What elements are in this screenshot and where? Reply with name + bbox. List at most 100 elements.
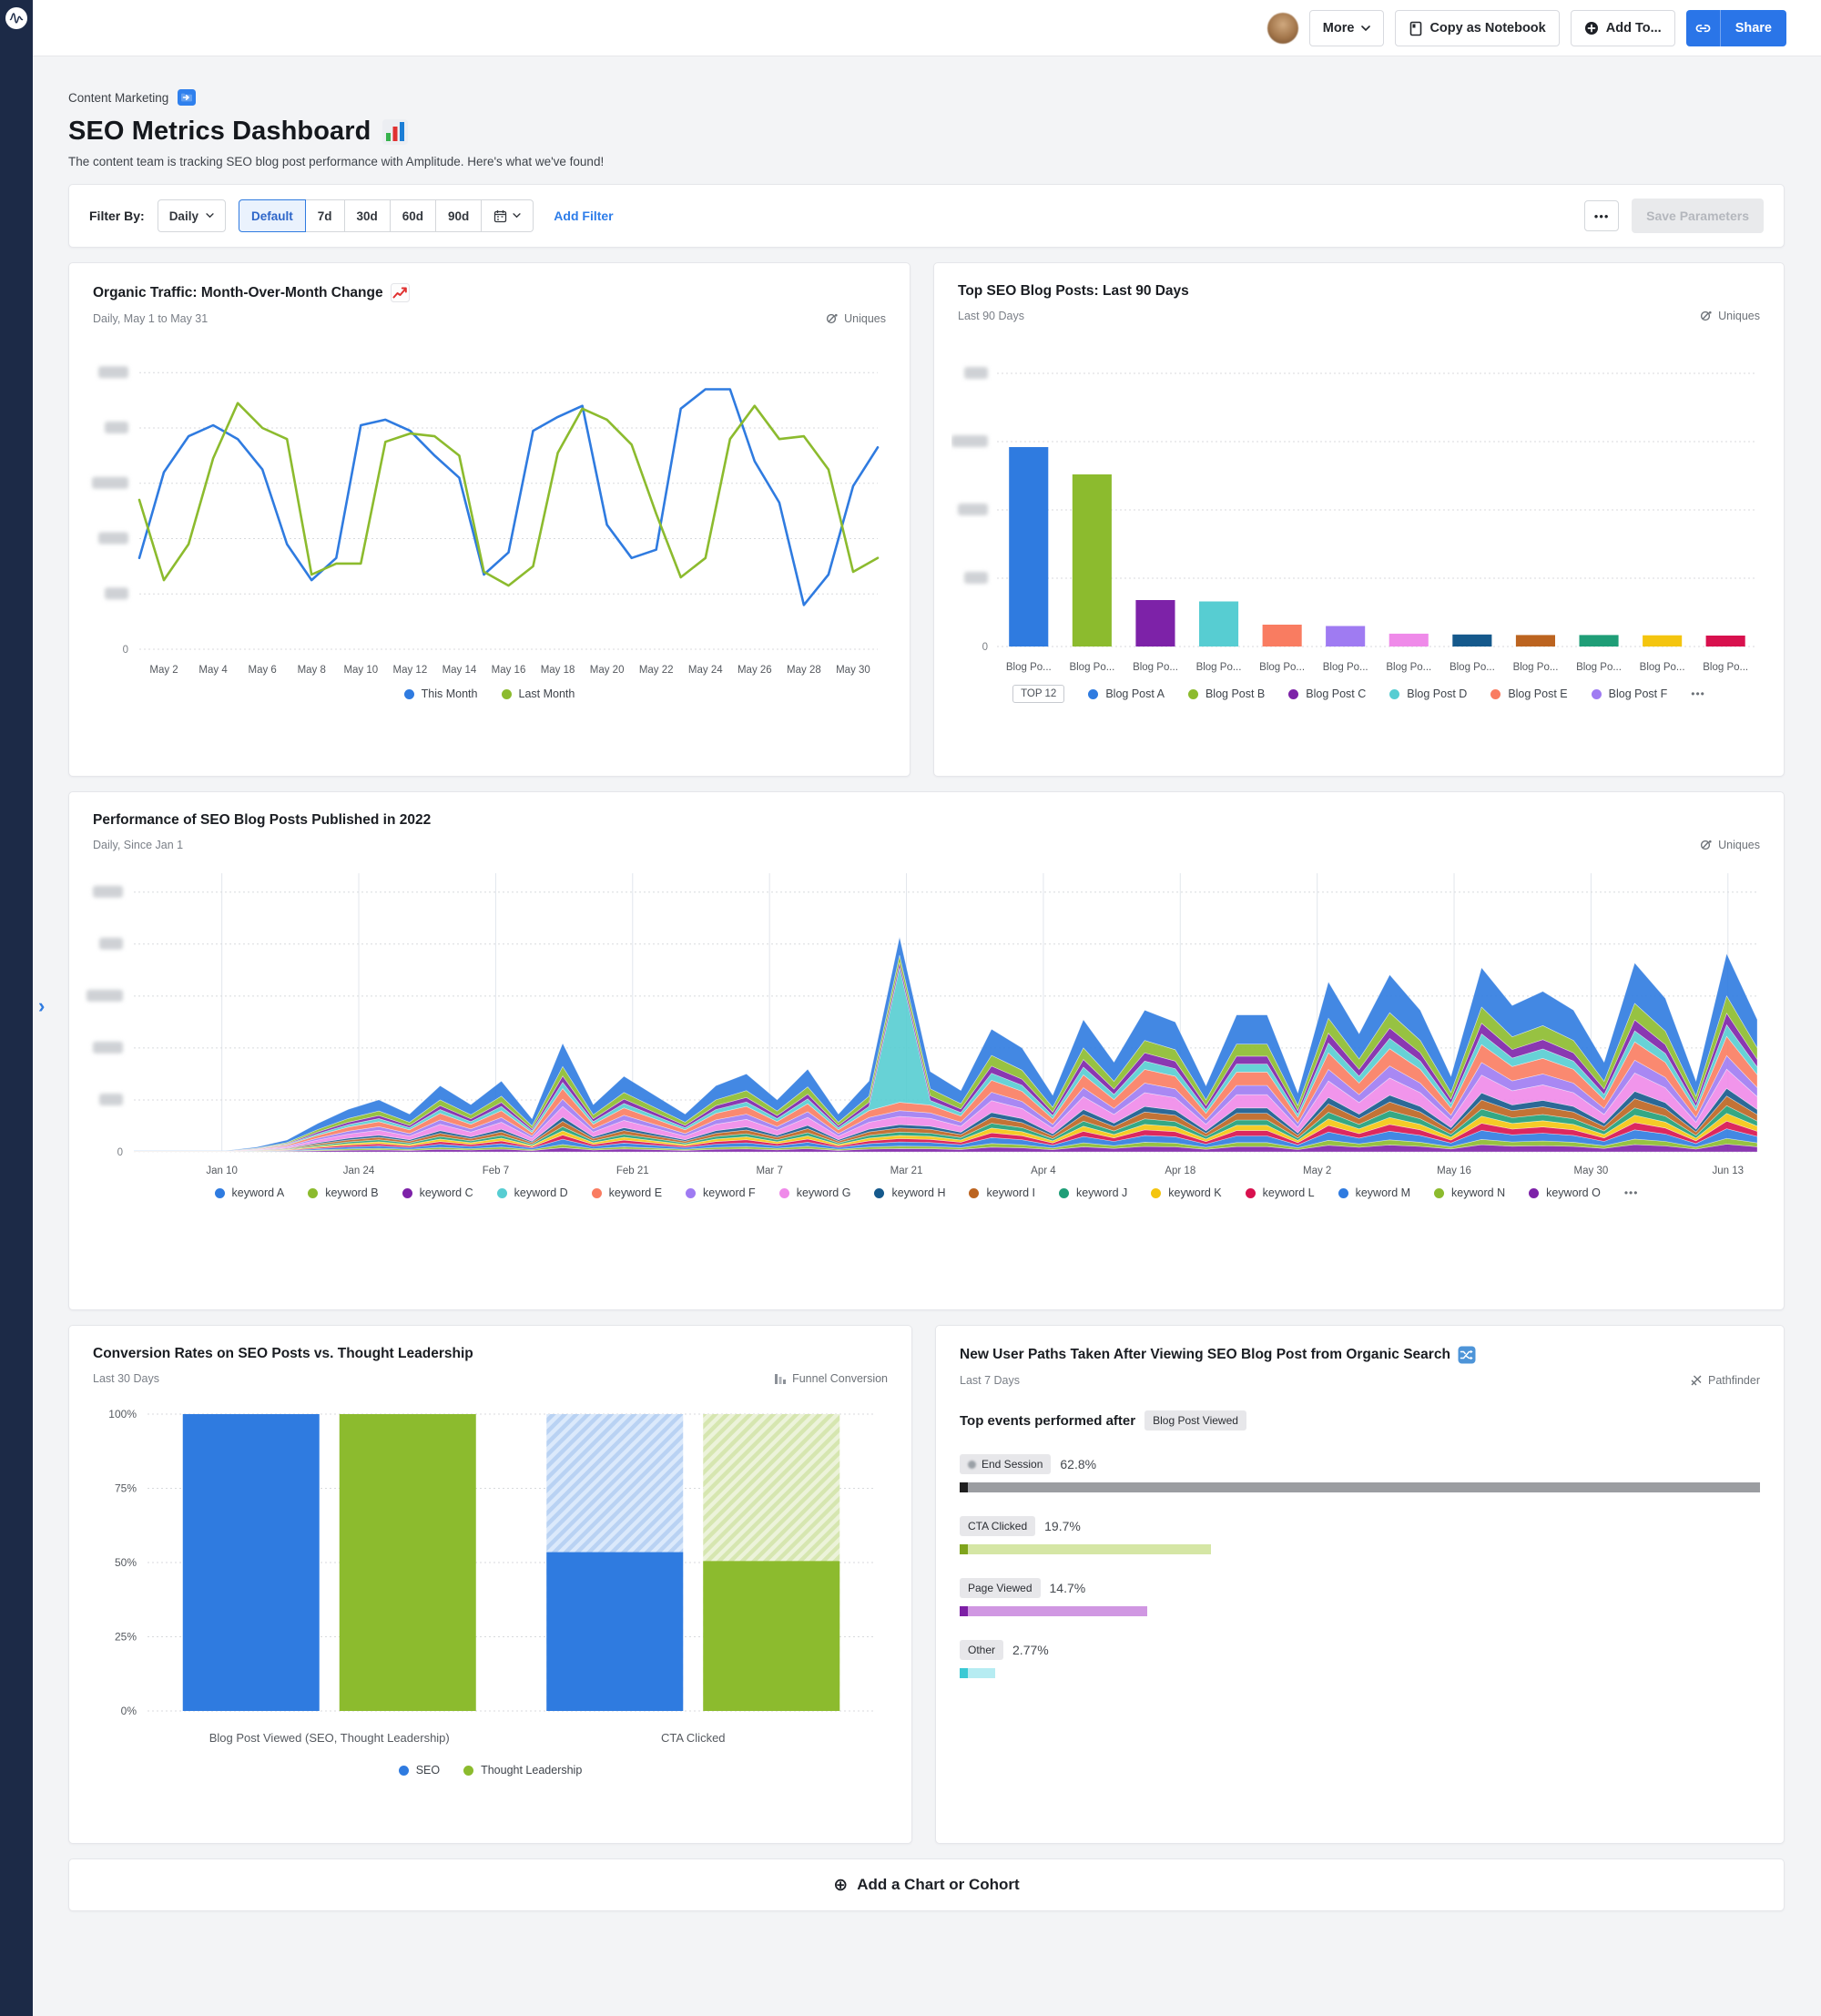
conversion-funnel-chart[interactable]: 0%25%50%75%100%Blog Post Viewed (SEO, Th… bbox=[84, 1394, 897, 1758]
range-segment-default[interactable]: Default bbox=[239, 199, 306, 232]
filter-more-button[interactable]: ••• bbox=[1584, 200, 1619, 231]
bar-blog-post-h[interactable] bbox=[1452, 635, 1491, 647]
legend-item[interactable]: keyword N bbox=[1434, 1186, 1505, 1199]
legend-more-button[interactable]: ••• bbox=[1691, 687, 1705, 700]
legend-item[interactable]: SEO bbox=[399, 1764, 440, 1777]
legend-item[interactable]: keyword E bbox=[592, 1186, 662, 1199]
range-segment-calendar[interactable] bbox=[482, 199, 534, 232]
funnel-converted-bar-seo[interactable] bbox=[546, 1553, 683, 1711]
interval-dropdown-label: Daily bbox=[169, 209, 198, 223]
legend-item[interactable]: keyword I bbox=[969, 1186, 1035, 1199]
range-segment-90d[interactable]: 90d bbox=[436, 199, 482, 232]
legend-item[interactable]: Blog Post E bbox=[1490, 687, 1567, 700]
legend-item[interactable]: keyword M bbox=[1338, 1186, 1410, 1199]
bar-blog-post-i[interactable] bbox=[1516, 635, 1555, 647]
amplitude-logo-icon[interactable] bbox=[5, 7, 27, 29]
bar-blog-post-a[interactable] bbox=[1009, 447, 1048, 647]
funnel-converted-bar-seo[interactable] bbox=[183, 1414, 320, 1711]
legend-item[interactable]: Blog Post A bbox=[1088, 687, 1165, 700]
calendar-icon bbox=[493, 209, 507, 223]
legend-item[interactable]: Blog Post D bbox=[1389, 687, 1467, 700]
legend-item[interactable]: keyword C bbox=[402, 1186, 473, 1199]
legend-item[interactable]: keyword G bbox=[779, 1186, 851, 1199]
legend-label: keyword D bbox=[514, 1186, 568, 1199]
legend-item[interactable]: keyword J bbox=[1059, 1186, 1127, 1199]
breadcrumb[interactable]: Content Marketing bbox=[68, 89, 1785, 106]
x-axis-tick-label: Mar 21 bbox=[890, 1166, 923, 1176]
legend-item[interactable]: keyword B bbox=[308, 1186, 378, 1199]
legend-item[interactable]: keyword O bbox=[1529, 1186, 1601, 1199]
more-button[interactable]: More bbox=[1309, 10, 1385, 46]
legend-label: keyword K bbox=[1168, 1186, 1221, 1199]
organic-traffic-line-chart[interactable]: 0May 2May 4May 6May 8May 10May 12May 14M… bbox=[86, 334, 892, 682]
chart-type-meta[interactable]: Pathfinder bbox=[1690, 1374, 1760, 1387]
bar-blog-post-b[interactable] bbox=[1073, 474, 1112, 647]
event-chip-label: CTA Clicked bbox=[968, 1520, 1027, 1532]
chart-type-meta[interactable]: Funnel Conversion bbox=[774, 1372, 888, 1385]
legend-label: keyword A bbox=[232, 1186, 285, 1199]
bar-blog-post-f[interactable] bbox=[1326, 626, 1365, 647]
event-percentage: 2.77% bbox=[1012, 1643, 1049, 1657]
bar-blog-post-e[interactable] bbox=[1263, 625, 1302, 647]
line-series-last-month[interactable] bbox=[139, 403, 878, 585]
bar-blog-post-d[interactable] bbox=[1199, 602, 1238, 647]
legend-item[interactable]: keyword K bbox=[1151, 1186, 1221, 1199]
legend-more-button[interactable]: ••• bbox=[1624, 1186, 1639, 1199]
range-segment-7d[interactable]: 7d bbox=[306, 199, 345, 232]
legend-item[interactable]: Thought Leadership bbox=[463, 1764, 582, 1777]
interval-dropdown[interactable]: Daily bbox=[158, 199, 226, 232]
x-axis-tick-label: May 6 bbox=[249, 665, 277, 676]
add-filter-link[interactable]: Add Filter bbox=[554, 209, 613, 223]
top-events-event-chip[interactable]: Blog Post Viewed bbox=[1144, 1410, 1246, 1431]
folder-move-icon[interactable] bbox=[178, 89, 196, 106]
share-split-button: Share bbox=[1686, 10, 1786, 46]
save-parameters-button[interactable]: Save Parameters bbox=[1632, 199, 1764, 233]
event-bar-fill bbox=[968, 1668, 995, 1678]
page-subtitle: The content team is tracking SEO blog po… bbox=[68, 155, 1785, 168]
event-row-cta-clicked[interactable]: CTA Clicked19.7% bbox=[960, 1516, 1760, 1554]
add-chart-button[interactable]: ⊕ Add a Chart or Cohort bbox=[833, 1875, 1019, 1896]
funnel-converted-bar-thought-leadership[interactable] bbox=[340, 1414, 476, 1711]
legend-item[interactable]: keyword H bbox=[874, 1186, 945, 1199]
chart-type-meta[interactable]: Uniques bbox=[1700, 310, 1760, 322]
user-avatar[interactable] bbox=[1267, 13, 1298, 44]
x-axis-tick-label: Mar 7 bbox=[756, 1166, 782, 1176]
chart-type-meta[interactable]: Uniques bbox=[826, 312, 886, 325]
range-segment-60d[interactable]: 60d bbox=[391, 199, 436, 232]
top-events-label: Top events performed after bbox=[960, 1413, 1135, 1429]
event-row-page-viewed[interactable]: Page Viewed14.7% bbox=[960, 1578, 1760, 1616]
event-row-end-session[interactable]: End Session62.8% bbox=[960, 1454, 1760, 1492]
funnel-conversion-icon bbox=[774, 1372, 787, 1385]
keyword-performance-area-chart[interactable]: Jan 10Jan 24Feb 7Feb 21Mar 7Mar 21Apr 4A… bbox=[83, 860, 1770, 1181]
copy-as-notebook-button[interactable]: Copy as Notebook bbox=[1395, 10, 1559, 46]
share-button[interactable]: Share bbox=[1721, 10, 1786, 46]
legend-item[interactable]: keyword F bbox=[686, 1186, 756, 1199]
legend-item[interactable]: Blog Post C bbox=[1288, 687, 1366, 700]
copy-link-button[interactable] bbox=[1686, 10, 1721, 46]
link-icon bbox=[1695, 21, 1711, 36]
funnel-converted-bar-thought-leadership[interactable] bbox=[703, 1561, 839, 1711]
event-row-other[interactable]: Other 2.77% bbox=[960, 1640, 1760, 1678]
legend-item[interactable]: Last Month bbox=[502, 687, 575, 700]
add-chart-bar[interactable]: ⊕ Add a Chart or Cohort bbox=[68, 1858, 1785, 1911]
bar-blog-post-l[interactable] bbox=[1706, 636, 1745, 647]
legend-dot bbox=[308, 1188, 318, 1198]
legend-item[interactable]: Blog Post B bbox=[1188, 687, 1265, 700]
legend-item[interactable]: keyword L bbox=[1246, 1186, 1315, 1199]
bar-blog-post-c[interactable] bbox=[1135, 600, 1175, 647]
legend-label: SEO bbox=[416, 1764, 440, 1777]
event-chip-label: Other bbox=[968, 1644, 995, 1656]
add-to-button[interactable]: Add To... bbox=[1571, 10, 1675, 46]
chart-type-meta[interactable]: Uniques bbox=[1700, 839, 1760, 851]
top-seo-posts-bar-chart[interactable]: 0Blog Po...Blog Po...Blog Po...Blog Po..… bbox=[951, 331, 1766, 679]
bar-blog-post-j[interactable] bbox=[1580, 635, 1619, 647]
legend-item[interactable]: This Month bbox=[404, 687, 478, 700]
range-segment-30d[interactable]: 30d bbox=[345, 199, 391, 232]
bar-blog-post-k[interactable] bbox=[1643, 636, 1682, 647]
legend-item[interactable]: keyword A bbox=[215, 1186, 285, 1199]
funnel-step-label: Blog Post Viewed (SEO, Thought Leadershi… bbox=[209, 1731, 450, 1745]
x-axis-tick-label: May 16 bbox=[1437, 1166, 1471, 1176]
legend-item[interactable]: keyword D bbox=[497, 1186, 568, 1199]
bar-blog-post-g[interactable] bbox=[1389, 634, 1429, 647]
legend-item[interactable]: Blog Post F bbox=[1592, 687, 1668, 700]
